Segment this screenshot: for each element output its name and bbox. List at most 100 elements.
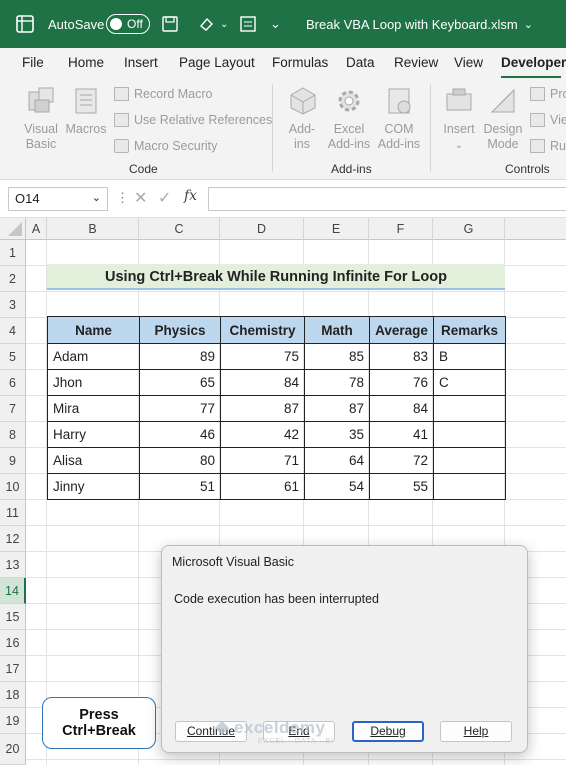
run-dialog-button[interactable]: Ru bbox=[530, 139, 566, 153]
form-icon[interactable] bbox=[240, 0, 256, 48]
cell-name[interactable]: Jinny bbox=[47, 473, 140, 500]
tab-developer[interactable]: Developer bbox=[501, 55, 566, 70]
design-mode-button[interactable]: Design Mode bbox=[480, 122, 526, 152]
sheet-title[interactable]: Using Ctrl+Break While Running Infinite … bbox=[47, 264, 505, 290]
customize-chevron-icon[interactable]: ⌄ bbox=[220, 0, 228, 48]
cell-math[interactable]: 54 bbox=[304, 473, 370, 500]
row-header-2[interactable]: 2 bbox=[0, 266, 26, 292]
select-all-corner[interactable] bbox=[0, 218, 26, 240]
name-box[interactable]: O14 ⌄ bbox=[8, 187, 108, 211]
column-header-c[interactable]: C bbox=[139, 218, 220, 240]
cell-math[interactable]: 64 bbox=[304, 447, 370, 474]
tab-formulas[interactable]: Formulas bbox=[272, 55, 328, 70]
com-addins-button[interactable]: COM Add-ins bbox=[376, 122, 422, 152]
cell-physics[interactable]: 77 bbox=[139, 395, 221, 422]
row-header-5[interactable]: 5 bbox=[0, 344, 26, 370]
row-header-12[interactable]: 12 bbox=[0, 526, 26, 552]
tab-insert[interactable]: Insert bbox=[124, 55, 158, 70]
tab-file[interactable]: File bbox=[22, 55, 44, 70]
cell-chemistry[interactable]: 87 bbox=[220, 395, 305, 422]
column-header-a[interactable]: A bbox=[26, 218, 47, 240]
column-header-f[interactable]: F bbox=[369, 218, 433, 240]
row-header-13[interactable]: 13 bbox=[0, 552, 26, 578]
cell-average[interactable]: 55 bbox=[369, 473, 434, 500]
save-icon[interactable] bbox=[162, 0, 178, 48]
tab-page-layout[interactable]: Page Layout bbox=[179, 55, 255, 70]
cell-chemistry[interactable]: 61 bbox=[220, 473, 305, 500]
formula-input[interactable] bbox=[208, 187, 566, 211]
cell-name[interactable]: Mira bbox=[47, 395, 140, 422]
continue-button[interactable]: Continue bbox=[175, 721, 247, 742]
cell-physics[interactable]: 51 bbox=[139, 473, 221, 500]
cell-name[interactable]: Alisa bbox=[47, 447, 140, 474]
record-macro-button[interactable]: Record Macro bbox=[114, 87, 213, 101]
cell-remarks[interactable] bbox=[433, 421, 506, 448]
cell-remarks[interactable] bbox=[433, 447, 506, 474]
tab-view[interactable]: View bbox=[454, 55, 483, 70]
cell-physics[interactable]: 46 bbox=[139, 421, 221, 448]
cell-average[interactable]: 83 bbox=[369, 343, 434, 370]
cell-chemistry[interactable]: 42 bbox=[220, 421, 305, 448]
column-header-h[interactable] bbox=[505, 218, 566, 240]
document-title[interactable]: Break VBA Loop with Keyboard.xlsm ⌄ bbox=[306, 0, 533, 48]
enter-icon[interactable]: ✓ bbox=[158, 188, 171, 208]
row-header-4[interactable]: 4 bbox=[0, 318, 26, 344]
column-header-d[interactable]: D bbox=[220, 218, 304, 240]
cell-chemistry[interactable]: 84 bbox=[220, 369, 305, 396]
cell-math[interactable]: 35 bbox=[304, 421, 370, 448]
cell-name[interactable]: Harry bbox=[47, 421, 140, 448]
cell-chemistry[interactable]: 75 bbox=[220, 343, 305, 370]
cell-physics[interactable]: 80 bbox=[139, 447, 221, 474]
cell-physics[interactable]: 89 bbox=[139, 343, 221, 370]
row-header-6[interactable]: 6 bbox=[0, 370, 26, 396]
properties-button[interactable]: Pro bbox=[530, 87, 566, 101]
macros-button[interactable]: Macros bbox=[64, 122, 108, 137]
cell-remarks[interactable]: C bbox=[433, 369, 506, 396]
row-header-8[interactable]: 8 bbox=[0, 422, 26, 448]
cell-chemistry[interactable]: 71 bbox=[220, 447, 305, 474]
cell-average[interactable]: 72 bbox=[369, 447, 434, 474]
column-header-b[interactable]: B bbox=[47, 218, 139, 240]
cell-math[interactable]: 85 bbox=[304, 343, 370, 370]
visual-basic-button[interactable]: Visual Basic bbox=[18, 122, 64, 152]
debug-button[interactable]: Debug bbox=[352, 721, 424, 742]
row-header-19[interactable]: 19 bbox=[0, 708, 26, 734]
row-header-17[interactable]: 17 bbox=[0, 656, 26, 682]
header-name[interactable]: Name bbox=[47, 316, 140, 344]
header-average[interactable]: Average bbox=[369, 316, 434, 344]
insert-controls-button[interactable]: Insert ⌄ bbox=[440, 122, 478, 153]
view-code-button[interactable]: Vie bbox=[530, 113, 566, 127]
row-header-15[interactable]: 15 bbox=[0, 604, 26, 630]
cell-average[interactable]: 41 bbox=[369, 421, 434, 448]
column-header-e[interactable]: E bbox=[304, 218, 369, 240]
name-box-dropdown-icon[interactable]: ⌄ bbox=[92, 191, 101, 204]
cell-average[interactable]: 84 bbox=[369, 395, 434, 422]
insert-function-icon[interactable]: fx bbox=[184, 188, 197, 204]
tab-review[interactable]: Review bbox=[394, 55, 438, 70]
addins-button[interactable]: Add-ins bbox=[284, 122, 320, 152]
end-button[interactable]: End bbox=[263, 721, 335, 742]
tab-data[interactable]: Data bbox=[346, 55, 375, 70]
row-header-20[interactable]: 20 bbox=[0, 734, 26, 765]
cell-remarks[interactable] bbox=[433, 395, 506, 422]
cell-math[interactable]: 78 bbox=[304, 369, 370, 396]
column-header-g[interactable]: G bbox=[433, 218, 505, 240]
header-math[interactable]: Math bbox=[304, 316, 370, 344]
row-header-1[interactable]: 1 bbox=[0, 240, 26, 266]
row-header-14[interactable]: 14 bbox=[0, 578, 26, 604]
cell-name[interactable]: Jhon bbox=[47, 369, 140, 396]
tab-home[interactable]: Home bbox=[68, 55, 104, 70]
cell-average[interactable]: 76 bbox=[369, 369, 434, 396]
row-header-9[interactable]: 9 bbox=[0, 448, 26, 474]
cell-math[interactable]: 87 bbox=[304, 395, 370, 422]
row-header-10[interactable]: 10 bbox=[0, 474, 26, 500]
touch-mode-icon[interactable] bbox=[198, 0, 216, 48]
cancel-icon[interactable]: ✕ bbox=[134, 188, 147, 208]
autosave-toggle[interactable]: Off bbox=[106, 0, 150, 48]
row-header-18[interactable]: 18 bbox=[0, 682, 26, 708]
relative-references-button[interactable]: Use Relative References bbox=[114, 113, 272, 127]
macro-security-button[interactable]: Macro Security bbox=[114, 139, 217, 153]
cell-name[interactable]: Adam bbox=[47, 343, 140, 370]
row-header-3[interactable]: 3 bbox=[0, 292, 26, 318]
cell-remarks[interactable] bbox=[433, 473, 506, 500]
